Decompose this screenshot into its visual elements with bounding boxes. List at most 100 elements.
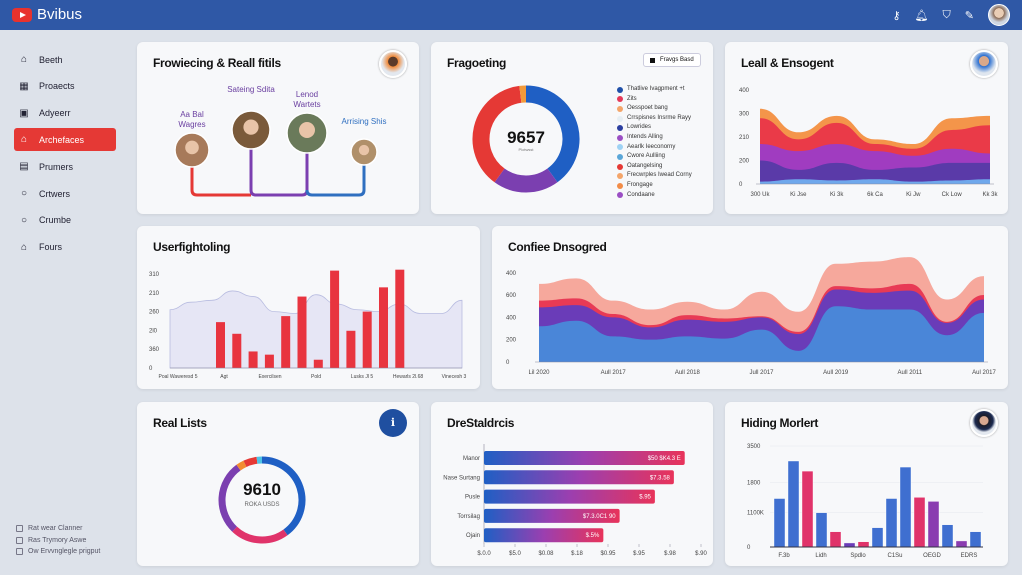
person-label: Aa Bal Wagres [178, 110, 206, 129]
y-tick-label: 1100K [747, 511, 764, 517]
shield-icon[interactable]: ⛉ [943, 9, 951, 22]
x-tick-label: Aull 2018 [675, 370, 701, 376]
x-tick-label: Exercilsen [258, 374, 281, 380]
x-tick-label: $5.0 [509, 551, 521, 557]
donut-center-value: 9610 [243, 480, 281, 499]
user-avatar[interactable] [988, 4, 1010, 26]
x-tick-label: Aull 2011 [898, 370, 923, 376]
sidebar-item[interactable]: ⌂ Fours [14, 236, 116, 259]
background-area [169, 290, 463, 369]
person-face [185, 140, 199, 155]
play-logo-icon [12, 7, 32, 22]
checkbox-item[interactable]: Ras Trymory Aswe [16, 536, 86, 544]
person-label: Arrising Shis [341, 117, 387, 126]
bar [297, 296, 307, 368]
x-tick-label: Jull 2017 [749, 370, 774, 376]
horizontal-bar-chart: Manor $50 $K4.3 E Nase Surtang $7.3.58 Pusle… [443, 444, 707, 557]
bar [955, 540, 968, 548]
bar-card: Userfightoling 0 360 2l0 260 210 310 Poal Wawe… [137, 226, 480, 389]
checkbox[interactable] [16, 525, 23, 532]
legend-swatch [617, 163, 623, 170]
y-tick-label: 1800 [747, 480, 761, 486]
legend-item: Lowrides [617, 123, 692, 133]
home-icon: ⌂ [20, 241, 28, 253]
x-tick-label: Aull 2019 [823, 370, 849, 376]
category-label: Nase Surtang [443, 475, 480, 481]
bell-icon[interactable]: 🔔︎ [915, 9, 929, 22]
bar [899, 466, 912, 548]
legend-swatch [617, 192, 623, 199]
sidebar-item[interactable]: ⌂ Beeth [14, 48, 116, 71]
x-tick-label: $0.08 [538, 551, 554, 557]
legend-item: Oatangelsing [617, 162, 692, 172]
sidebar-item[interactable]: ○ Crtwers [14, 182, 116, 205]
bar [346, 330, 356, 368]
x-tick-label: Pold [311, 374, 321, 380]
pencil-icon[interactable]: ✎ [965, 9, 974, 22]
stacked-area-chart: 0 200 400 600 400 Lil 2020 Aull 2017 Aull 2018 J… [506, 257, 997, 376]
bar [857, 541, 870, 548]
x-tick-label: F.3b [778, 553, 790, 559]
y-tick-label: 600 [506, 293, 517, 299]
bar [941, 524, 954, 548]
category-label: Pusle [465, 495, 481, 501]
briefcase-icon: ▣ [19, 107, 29, 119]
bar [313, 359, 323, 368]
sidebar-item[interactable]: ⌂ Archefaces [14, 128, 116, 152]
bar [484, 470, 674, 485]
legend-swatch [617, 153, 623, 160]
x-tick-label: Hewarls 2l.68 [393, 374, 424, 380]
checkbox[interactable] [16, 536, 23, 544]
sidebar-item-label: Crumbe [39, 215, 72, 226]
sidebar-item-label: Archefaces [39, 134, 85, 145]
bar [216, 322, 225, 368]
app-logo[interactable]: Bvibus [12, 6, 82, 23]
bar [927, 501, 940, 548]
legend-item: Crrspisnes Insrme Rayy [617, 114, 692, 124]
x-tick-label: Aul 2017 [972, 370, 996, 376]
bar [815, 512, 828, 548]
y-tick-label: 2l0 [149, 328, 158, 334]
donut-center-value: 9657 [507, 128, 545, 147]
x-tick-label: Ki Jw [906, 192, 921, 198]
bar [362, 311, 372, 368]
legend-swatch [617, 182, 623, 189]
sidebar-item[interactable]: ▤ Prumers [14, 155, 116, 178]
top-bar: Bvibus ⚷ 🔔︎ ⛉ ✎ [0, 0, 1022, 30]
checkbox-item[interactable]: Ow Ervvnglegle prigput [16, 548, 100, 555]
checkbox-item[interactable]: Rat wear Clanner [16, 525, 82, 532]
checkbox[interactable] [16, 548, 23, 555]
donut-slice [236, 460, 247, 471]
person-face [243, 119, 259, 135]
x-tick-label: Lidh [815, 553, 826, 559]
sidebar-item[interactable]: ○ Crumbe [14, 209, 116, 232]
donut-slice [243, 456, 258, 468]
x-tick-label: Agt [220, 374, 228, 380]
sidebar: ⌂ Beeth ▦ Proaects ▣ Adyeerr ⌂ Archefaces ▤ Prume… [0, 30, 128, 575]
card-icon: ▤ [19, 161, 29, 173]
bar [281, 316, 291, 368]
x-tick-label: OEGD [923, 553, 941, 559]
sidebar-item[interactable]: ▦ Proaects [14, 75, 116, 98]
legend-swatch [617, 125, 623, 132]
x-tick-label: $.95 [633, 551, 645, 557]
legend-swatch [617, 86, 623, 93]
key-icon[interactable]: ⚷ [893, 9, 901, 22]
sidebar-item[interactable]: ▣ Adyeerr [14, 102, 116, 125]
bar [379, 287, 388, 368]
x-tick-label: 6k Ca [867, 192, 883, 198]
x-tick-label: Spdlo [850, 553, 866, 559]
legend: Thatlive Ivagpment +t Zits Oesspoet bang Cr… [617, 85, 692, 200]
bar [801, 470, 814, 548]
circle-icon: ○ [20, 188, 28, 199]
x-tick-label: Ki Jse [790, 192, 807, 198]
donut-center-label: Plotwsst [518, 147, 534, 152]
bar-chart: 0 360 2l0 260 210 310 Poal Waweresd 5 Agt Exerci… [149, 269, 467, 380]
bar [913, 497, 926, 548]
x-tick-label: Kk 3k [982, 192, 998, 198]
x-tick-label: $.18 [571, 551, 583, 557]
x-tick-label: $.98 [664, 551, 676, 557]
legend-swatch [617, 105, 623, 112]
area-card: Leall & Ensogent 0 200 210 300 400 300 Uk Ki J… [725, 42, 1008, 214]
y-tick-label: 0 [506, 360, 510, 366]
